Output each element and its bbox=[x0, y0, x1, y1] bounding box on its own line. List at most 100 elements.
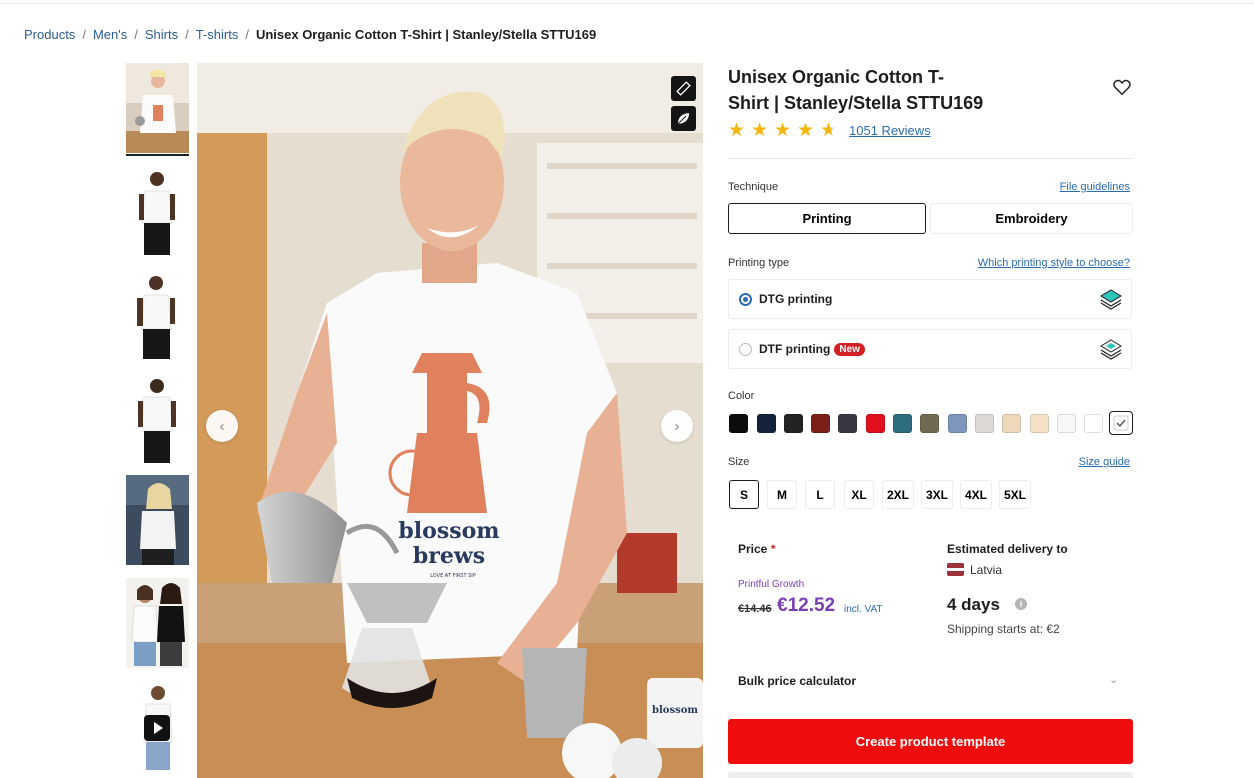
size-option-xl[interactable]: XL bbox=[844, 480, 874, 509]
old-price: €14.46 bbox=[738, 603, 772, 615]
printing-option-dtg[interactable]: DTG printing bbox=[728, 279, 1132, 319]
play-icon bbox=[144, 715, 170, 741]
printing-option-label: DTG printing bbox=[759, 292, 833, 306]
size-option-2xl[interactable]: 2XL bbox=[882, 480, 914, 509]
dtg-printer-icon bbox=[1099, 287, 1123, 314]
size-option-5xl[interactable]: 5XL bbox=[999, 480, 1031, 509]
delivery-days: 4 days bbox=[947, 595, 1000, 614]
size-label: Size bbox=[728, 456, 750, 468]
star-icon: ★ bbox=[797, 120, 815, 141]
thumbnail-7-video[interactable] bbox=[126, 682, 189, 772]
thumbnail-5[interactable] bbox=[126, 475, 189, 565]
color-swatch[interactable] bbox=[893, 414, 912, 433]
color-label: Color bbox=[728, 390, 755, 402]
bulk-price-calculator-toggle[interactable]: Bulk price calculator bbox=[738, 674, 856, 688]
shipping-cost: Shipping starts at: €2 bbox=[947, 622, 1060, 636]
header-divider bbox=[0, 3, 1254, 4]
required-mark: * bbox=[770, 542, 776, 556]
radio-unselected[interactable] bbox=[739, 342, 752, 356]
star-icon: ★ bbox=[751, 120, 769, 141]
size-option-l[interactable]: L bbox=[805, 480, 835, 509]
latvia-flag-icon bbox=[947, 563, 964, 576]
color-swatch[interactable] bbox=[866, 414, 885, 433]
vat-note: incl. VAT bbox=[844, 604, 883, 615]
color-swatch[interactable] bbox=[757, 414, 776, 433]
breadcrumb-separator: / bbox=[245, 27, 249, 42]
dtf-printer-icon bbox=[1099, 337, 1123, 364]
printing-type-label: Printing type bbox=[728, 257, 790, 269]
shirt-print-brand-line2: brews bbox=[413, 543, 485, 569]
breadcrumb-separator: / bbox=[134, 27, 138, 42]
breadcrumb-separator: / bbox=[185, 27, 189, 42]
thumbnail-1[interactable] bbox=[126, 63, 189, 156]
chevron-down-icon[interactable]: ⌄ bbox=[1109, 673, 1118, 686]
create-product-template-button[interactable]: Create product template bbox=[728, 719, 1133, 764]
divider bbox=[728, 158, 1132, 159]
product-title-line1: Unisex Organic Cotton T- bbox=[728, 67, 945, 87]
mug-print-text: blossom bbox=[652, 705, 698, 716]
size-option-3xl[interactable]: 3XL bbox=[921, 480, 953, 509]
price-label: Price * bbox=[738, 542, 775, 556]
breadcrumb-current: Unisex Organic Cotton T-Shirt | Stanley/… bbox=[255, 27, 597, 42]
reviews-link[interactable]: 1051 Reviews bbox=[849, 123, 931, 138]
size-guide-link[interactable]: Size guide bbox=[1030, 456, 1130, 468]
color-swatch[interactable] bbox=[838, 414, 857, 433]
info-icon[interactable]: i bbox=[1015, 598, 1027, 610]
size-option-s[interactable]: S bbox=[729, 480, 759, 509]
thumbnail-3[interactable] bbox=[126, 271, 189, 361]
delivery-label: Estimated delivery to bbox=[947, 542, 1068, 556]
breadcrumb-shirts[interactable]: Shirts bbox=[145, 27, 178, 42]
breadcrumb-mens[interactable]: Men's bbox=[93, 27, 127, 42]
technique-printing-button[interactable]: Printing bbox=[728, 203, 926, 234]
printing-option-dtf[interactable]: DTF printing New bbox=[728, 329, 1132, 369]
technique-embroidery-button[interactable]: Embroidery bbox=[930, 203, 1133, 234]
product-title-line2: Shirt | Stanley/Stella STTU169 bbox=[728, 93, 984, 113]
shirt-print-brand-line1: blossom bbox=[398, 518, 499, 544]
color-swatch[interactable] bbox=[1030, 414, 1049, 433]
chevron-right-icon[interactable]: › bbox=[661, 410, 693, 442]
breadcrumb-tshirts[interactable]: T-shirts bbox=[196, 27, 239, 42]
chevron-left-icon[interactable]: ‹ bbox=[206, 410, 238, 442]
star-icon: ★ bbox=[774, 120, 792, 141]
pricing-plan: Printful Growth bbox=[738, 579, 805, 590]
breadcrumb-products[interactable]: Products bbox=[24, 27, 75, 42]
thumbnail-2[interactable] bbox=[126, 167, 189, 257]
check-icon bbox=[1113, 415, 1129, 431]
size-option-4xl[interactable]: 4XL bbox=[960, 480, 992, 509]
breadcrumb-separator: / bbox=[82, 27, 86, 42]
technique-label: Technique bbox=[728, 181, 779, 193]
new-badge: New bbox=[834, 342, 865, 356]
printing-option-label: DTF printing bbox=[759, 342, 831, 356]
size-option-m[interactable]: M bbox=[767, 480, 797, 509]
color-swatch[interactable] bbox=[920, 414, 939, 433]
star-icon: ★ bbox=[728, 120, 746, 141]
ruler-icon[interactable] bbox=[671, 76, 696, 101]
color-swatch-selected[interactable] bbox=[1109, 411, 1133, 435]
delivery-country[interactable]: Latvia bbox=[970, 563, 1002, 577]
price-label-text: Price bbox=[738, 542, 768, 556]
current-price: €12.52 bbox=[777, 595, 836, 616]
thumbnail-6[interactable] bbox=[126, 578, 189, 668]
printing-style-help-link[interactable]: Which printing style to choose? bbox=[960, 257, 1130, 269]
product-title: Unisex Organic Cotton T- Shirt | Stanley… bbox=[728, 64, 1018, 116]
leaf-icon[interactable] bbox=[671, 106, 696, 131]
heart-icon[interactable] bbox=[1113, 79, 1131, 101]
shirt-print-tagline: LOVE AT FIRST SIP bbox=[430, 573, 476, 579]
file-guidelines-link[interactable]: File guidelines bbox=[1030, 181, 1130, 193]
half-star-icon: ★ bbox=[820, 121, 843, 140]
color-swatch[interactable] bbox=[975, 414, 994, 433]
secondary-button-partial[interactable] bbox=[728, 772, 1133, 778]
product-photo: blossom brews LOVE AT FIRST SIP blossom bbox=[197, 63, 703, 778]
thumbnail-4[interactable] bbox=[126, 375, 189, 465]
main-product-image: blossom brews LOVE AT FIRST SIP blossom … bbox=[197, 63, 703, 778]
color-swatch[interactable] bbox=[1002, 414, 1021, 433]
color-swatch[interactable] bbox=[784, 414, 803, 433]
breadcrumb: Products / Men's / Shirts / T-shirts / U… bbox=[24, 27, 596, 42]
color-swatch[interactable] bbox=[948, 414, 967, 433]
color-swatch[interactable] bbox=[729, 414, 748, 433]
radio-selected[interactable] bbox=[739, 292, 752, 306]
color-swatch[interactable] bbox=[811, 414, 830, 433]
color-swatch[interactable] bbox=[1057, 414, 1076, 433]
rating: ★ ★ ★ ★ ★ 1051 Reviews bbox=[728, 121, 931, 140]
color-swatch[interactable] bbox=[1084, 414, 1103, 433]
